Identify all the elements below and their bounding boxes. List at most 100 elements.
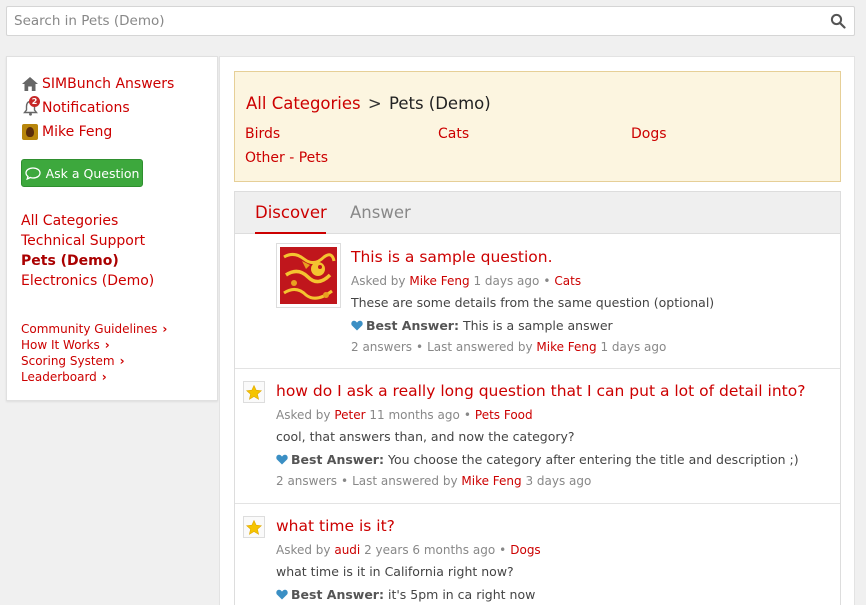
chevron-right-icon: › — [162, 322, 168, 336]
chat-bubble-icon — [24, 166, 41, 180]
chevron-right-icon: › — [101, 370, 107, 384]
question-stats: 2 answers • Last answered by Mike Feng 3 d… — [276, 474, 592, 488]
question-item: what time is it? Asked by audi 2 years 6… — [235, 504, 840, 605]
last-answered-user-link[interactable]: Mike Feng — [461, 474, 521, 488]
sidebar-category-technical-support[interactable]: Technical Support — [21, 233, 145, 249]
best-answer-label: Best Answer: — [291, 587, 384, 602]
asked-by-label: Asked by — [351, 274, 406, 288]
question-time: 2 years 6 months ago — [364, 543, 496, 557]
sidebar-guide-leaderboard[interactable]: Leaderboard › — [21, 370, 107, 384]
sidebar-category-pets[interactable]: Pets (Demo) — [21, 253, 119, 269]
sidebar-guide-community-guidelines[interactable]: Community Guidelines › — [21, 322, 167, 336]
sidebar-user-label: Mike Feng — [42, 124, 113, 140]
tab-answer[interactable]: Answer — [350, 203, 411, 222]
last-answered-time: 3 days ago — [525, 474, 592, 488]
best-answer-text: it's 5pm in ca right now — [387, 587, 536, 602]
guide-label: Community Guidelines — [21, 322, 158, 336]
notification-count-badge: 2 — [29, 96, 40, 107]
best-answer: Best Answer: This is a sample answer — [351, 318, 613, 333]
featured-star-badge — [243, 381, 265, 403]
question-stats: 2 answers • Last answered by Mike Feng 1 d… — [351, 340, 667, 354]
bell-icon: 2 — [21, 96, 40, 117]
question-title[interactable]: how do I ask a really long question that… — [276, 382, 805, 400]
question-category-link[interactable]: Dogs — [510, 543, 540, 557]
question-author-link[interactable]: audi — [334, 543, 360, 557]
chevron-right-icon: › — [104, 338, 110, 352]
question-thumbnail[interactable] — [276, 243, 341, 308]
breadcrumb-current: Pets (Demo) — [388, 94, 491, 113]
question-time: 11 months ago — [369, 408, 460, 422]
question-feed: Discover Answer This is a sample questio… — [234, 191, 841, 605]
question-meta: Asked by Peter 11 months ago • Pets Food — [276, 408, 533, 422]
question-details: cool, that answers than, and now the cat… — [276, 429, 575, 444]
asked-by-label: Asked by — [276, 408, 331, 422]
question-details: what time is it in California right now? — [276, 564, 514, 579]
guide-label: How It Works — [21, 338, 100, 352]
ask-question-label: Ask a Question — [45, 165, 140, 181]
sidebar-category-electronics[interactable]: Electronics (Demo) — [21, 273, 154, 289]
sidebar-notifications-label: Notifications — [42, 100, 130, 116]
breadcrumb-separator: > — [367, 94, 382, 113]
question-title[interactable]: what time is it? — [276, 517, 395, 535]
sidebar-home-link[interactable]: SIMBunch Answers — [21, 75, 174, 93]
feed-tabs: Discover Answer — [235, 192, 840, 234]
question-author-link[interactable]: Peter — [334, 408, 365, 422]
star-icon — [246, 519, 262, 535]
question-time: 1 days ago — [473, 274, 540, 288]
answer-count: 2 answers — [351, 340, 413, 354]
breadcrumb: All Categories > Pets (Demo) — [246, 94, 491, 113]
dragon-image — [280, 247, 337, 304]
sidebar-guide-scoring-system[interactable]: Scoring System › — [21, 354, 125, 368]
best-answer-label: Best Answer: — [366, 318, 459, 333]
question-author-link[interactable]: Mike Feng — [409, 274, 469, 288]
home-icon — [21, 75, 39, 93]
star-icon — [246, 384, 262, 400]
search-icon[interactable] — [830, 13, 846, 29]
search-input[interactable] — [7, 7, 822, 35]
active-tab-indicator — [255, 232, 326, 234]
breadcrumb-all-categories[interactable]: All Categories — [246, 94, 361, 113]
best-answer-label: Best Answer: — [291, 452, 384, 467]
subcategory-birds[interactable]: Birds — [245, 126, 280, 142]
answer-count: 2 answers — [276, 474, 338, 488]
best-answer-text: This is a sample answer — [462, 318, 613, 333]
subcategory-dogs[interactable]: Dogs — [631, 126, 667, 142]
sidebar-notifications-link[interactable]: 2 Notifications — [21, 96, 130, 117]
question-meta: Asked by audi 2 years 6 months ago • Dogs — [276, 543, 541, 557]
best-answer: Best Answer: it's 5pm in ca right now — [276, 587, 535, 602]
sidebar-guide-how-it-works[interactable]: How It Works › — [21, 338, 110, 352]
search-bar — [6, 6, 855, 36]
guide-label: Scoring System — [21, 354, 115, 368]
ask-question-button[interactable]: Ask a Question — [21, 159, 143, 187]
sidebar-category-all[interactable]: All Categories — [21, 213, 118, 229]
heart-icon — [276, 454, 288, 465]
question-title[interactable]: This is a sample question. — [351, 248, 553, 266]
question-category-link[interactable]: Cats — [554, 274, 581, 288]
question-details: These are some details from the same que… — [351, 295, 715, 310]
sidebar-user-link[interactable]: Mike Feng — [21, 123, 112, 141]
subcategory-cats[interactable]: Cats — [438, 126, 469, 142]
main-panel: All Categories > Pets (Demo) Birds Cats … — [219, 56, 855, 605]
user-avatar — [21, 123, 39, 141]
best-answer: Best Answer: You choose the category aft… — [276, 452, 799, 467]
question-category-link[interactable]: Pets Food — [475, 408, 533, 422]
sidebar: SIMBunch Answers 2 Notifications Mike Fe… — [6, 56, 218, 401]
tab-discover[interactable]: Discover — [255, 203, 327, 222]
question-item: how do I ask a really long question that… — [235, 369, 840, 504]
featured-star-badge — [243, 516, 265, 538]
subcategory-other-pets[interactable]: Other - Pets — [245, 150, 328, 166]
asked-by-label: Asked by — [276, 543, 331, 557]
heart-icon — [351, 320, 363, 331]
heart-icon — [276, 589, 288, 600]
sidebar-home-label: SIMBunch Answers — [42, 76, 175, 92]
last-answered-label: Last answered by — [352, 474, 458, 488]
question-meta: Asked by Mike Feng 1 days ago • Cats — [351, 274, 582, 288]
best-answer-text: You choose the category after entering t… — [387, 452, 799, 467]
last-answered-label: Last answered by — [427, 340, 533, 354]
category-box: All Categories > Pets (Demo) Birds Cats … — [234, 71, 841, 182]
last-answered-time: 1 days ago — [600, 340, 667, 354]
chevron-right-icon: › — [119, 354, 125, 368]
guide-label: Leaderboard — [21, 370, 97, 384]
question-item: This is a sample question. Asked by Mike… — [235, 235, 840, 369]
last-answered-user-link[interactable]: Mike Feng — [536, 340, 596, 354]
